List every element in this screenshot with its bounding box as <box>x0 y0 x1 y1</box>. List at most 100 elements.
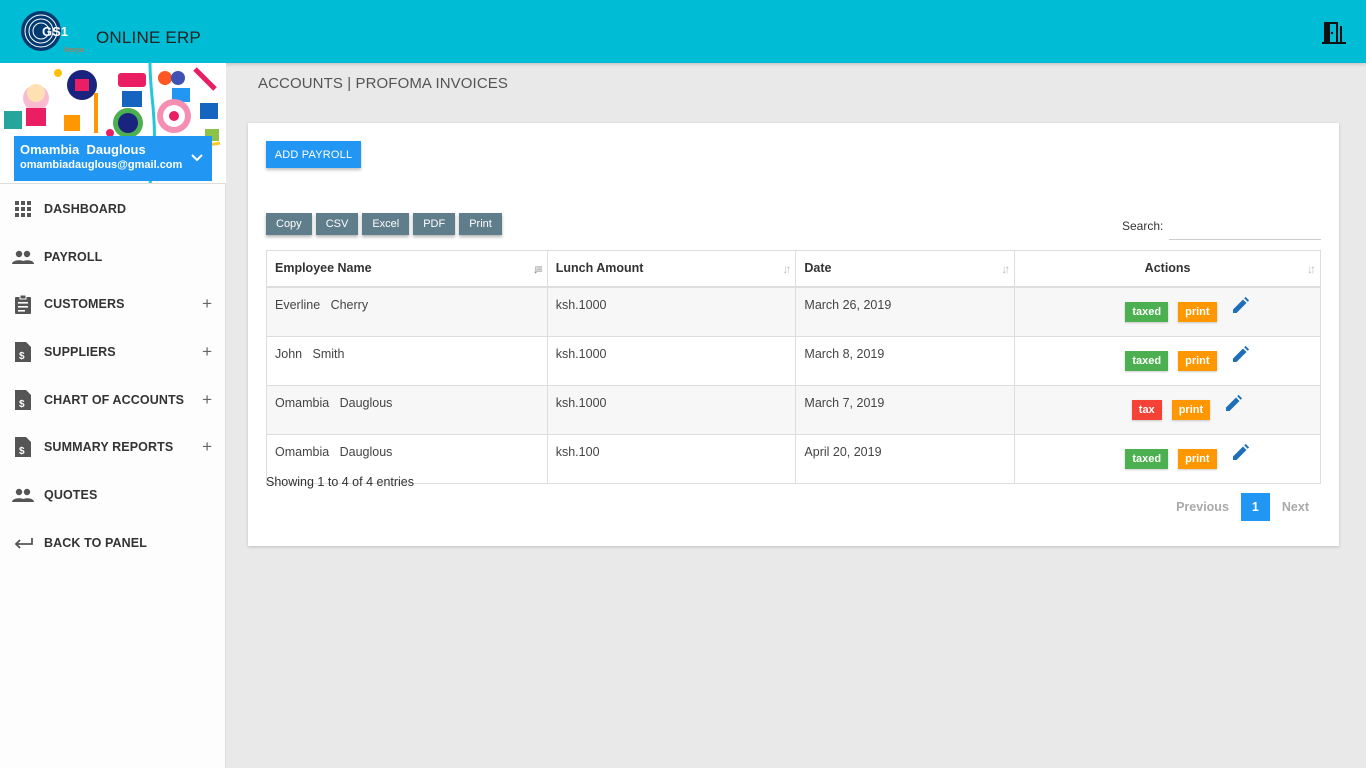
table-header-row: Employee Name ↓≡ Lunch Amount ↓↑ Date ↓↑… <box>266 250 1321 288</box>
page-title: ACCOUNTS | PROFOMA INVOICES <box>258 75 508 92</box>
employee-name-cell: John Smith <box>266 335 548 386</box>
svg-text:$: $ <box>19 446 25 457</box>
sidebar-item-customers[interactable]: CUSTOMERS + <box>0 280 226 328</box>
sidebar-item-label: CUSTOMERS <box>44 297 125 312</box>
sidebar-item-label: SUMMARY REPORTS <box>44 440 174 455</box>
actions-cell: taxed print <box>1014 433 1321 484</box>
clipboard-icon <box>12 293 34 315</box>
chevron-down-icon[interactable] <box>190 151 204 165</box>
page-number-button[interactable]: 1 <box>1240 493 1270 521</box>
print-badge[interactable]: print <box>1171 399 1211 420</box>
pencil-icon[interactable] <box>1223 394 1243 414</box>
next-page-button[interactable]: Next <box>1270 500 1321 514</box>
user-email: omambiadauglous@gmail.com <box>20 159 183 171</box>
people-icon <box>12 484 34 506</box>
sidebar-item-label: PAYROLL <box>44 249 103 264</box>
copy-button[interactable]: Copy <box>266 213 312 235</box>
gs1-logo[interactable]: GS1 Kenya <box>20 9 92 55</box>
grid-icon <box>12 198 34 220</box>
column-header-employee-name[interactable]: Employee Name ↓≡ <box>266 250 548 288</box>
print-button[interactable]: Print <box>459 213 502 235</box>
column-header-date[interactable]: Date ↓↑ <box>795 250 1016 288</box>
user-name: Omambia Dauglous <box>20 142 146 157</box>
expand-icon[interactable]: + <box>202 390 212 410</box>
sidebar-item-back-to-panel[interactable]: BACK TO PANEL <box>0 519 226 567</box>
pencil-icon[interactable] <box>1230 443 1250 463</box>
table-row: Omambia Dauglous ksh.100 April 20, 2019 … <box>266 433 1321 484</box>
column-header-label: Employee Name <box>275 261 372 276</box>
invoice-icon: $ <box>12 436 34 458</box>
status-badge[interactable]: taxed <box>1125 350 1169 371</box>
csv-button[interactable]: CSV <box>315 213 359 235</box>
table-row: Everline Cherry ksh.1000 March 26, 2019 … <box>266 286 1321 336</box>
table-row: Omambia Dauglous ksh.1000 March 7, 2019 … <box>266 385 1321 434</box>
sidebar-item-summary-reports[interactable]: $ SUMMARY REPORTS + <box>0 423 226 471</box>
sidebar-item-dashboard[interactable]: DASHBOARD <box>0 185 226 233</box>
add-payroll-button[interactable]: ADD PAYROLL <box>266 141 361 168</box>
sidebar-nav: DASHBOARD PAYROLL CUSTOMERS + $ SUPPLIER… <box>0 185 226 567</box>
sidebar-item-label: CHART OF ACCOUNTS <box>44 392 185 407</box>
sidebar-item-suppliers[interactable]: $ SUPPLIERS + <box>0 328 226 376</box>
expand-icon[interactable]: + <box>202 437 212 457</box>
status-badge[interactable]: taxed <box>1125 448 1169 469</box>
sort-icon[interactable]: ↓↑ <box>782 262 791 276</box>
column-header-actions[interactable]: Actions ↓↑ <box>1014 250 1321 288</box>
sidebar-item-label: QUOTES <box>44 487 98 502</box>
sidebar-item-quotes[interactable]: QUOTES <box>0 471 226 519</box>
logout-icon[interactable] <box>1320 20 1348 46</box>
content-card: ADD PAYROLL Copy CSV Excel PDF Print Sea… <box>248 123 1339 546</box>
export-buttons: Copy CSV Excel PDF Print <box>266 213 502 235</box>
sort-icon[interactable]: ↓↑ <box>1307 262 1316 276</box>
back-arrow-icon <box>12 532 34 554</box>
expand-icon[interactable]: + <box>202 342 212 362</box>
print-badge[interactable]: print <box>1178 301 1217 322</box>
employee-name-cell: Omambia Dauglous <box>266 385 548 434</box>
excel-button[interactable]: Excel <box>362 213 410 235</box>
lunch-amount-cell: ksh.100 <box>546 433 797 484</box>
date-cell: April 20, 2019 <box>795 433 1016 484</box>
table-info: Showing 1 to 4 of 4 entries <box>266 475 415 489</box>
pencil-icon[interactable] <box>1230 345 1250 365</box>
actions-cell: taxed print <box>1014 335 1321 386</box>
sort-icon[interactable]: ↓↑ <box>1001 262 1010 276</box>
sidebar-item-chart-of-accounts[interactable]: $ CHART OF ACCOUNTS + <box>0 376 226 424</box>
status-badge[interactable]: taxed <box>1125 301 1169 322</box>
previous-page-button[interactable]: Previous <box>1164 500 1241 514</box>
actions-cell: taxed print <box>1014 286 1321 336</box>
search-input[interactable] <box>1169 216 1321 240</box>
date-cell: March 8, 2019 <box>795 335 1016 386</box>
invoices-table: Employee Name ↓≡ Lunch Amount ↓↑ Date ↓↑… <box>266 250 1321 484</box>
svg-text:$: $ <box>19 351 25 362</box>
sidebar-item-label: DASHBOARD <box>44 201 127 216</box>
table-row: John Smith ksh.1000 March 8, 2019 taxed p… <box>266 335 1321 386</box>
status-badge[interactable]: tax <box>1131 399 1162 420</box>
invoice-icon: $ <box>12 389 34 411</box>
svg-text:$: $ <box>19 399 25 410</box>
actions-cell: tax print <box>1014 385 1321 434</box>
column-header-lunch-amount[interactable]: Lunch Amount ↓↑ <box>546 250 797 288</box>
user-card[interactable]: Omambia Dauglous omambiadauglous@gmail.c… <box>14 136 212 181</box>
search-label: Search: <box>1122 219 1164 233</box>
date-cell: March 26, 2019 <box>795 286 1016 336</box>
sidebar-item-payroll[interactable]: PAYROLL <box>0 233 226 281</box>
pdf-button[interactable]: PDF <box>413 213 456 235</box>
print-badge[interactable]: print <box>1178 350 1217 371</box>
date-cell: March 7, 2019 <box>795 385 1016 434</box>
invoice-icon: $ <box>12 341 34 363</box>
sidebar-banner: Omambia Dauglous omambiadauglous@gmail.c… <box>0 63 226 184</box>
app-title: ONLINE ERP <box>96 28 201 47</box>
people-icon <box>12 246 34 268</box>
pencil-icon[interactable] <box>1230 296 1250 316</box>
sort-asc-icon[interactable]: ↓≡ <box>533 262 543 276</box>
logo-sub: Kenya <box>64 47 84 54</box>
print-badge[interactable]: print <box>1178 448 1217 469</box>
pagination: Previous 1 Next <box>1164 493 1321 521</box>
expand-icon[interactable]: + <box>202 294 212 314</box>
column-header-label: Actions <box>1144 261 1191 276</box>
logo-text: GS1 <box>42 24 68 39</box>
top-bar: GS1 Kenya ONLINE ERP <box>0 0 1366 63</box>
lunch-amount-cell: ksh.1000 <box>546 286 797 336</box>
sidebar: Omambia Dauglous omambiadauglous@gmail.c… <box>0 63 226 768</box>
employee-name-cell: Everline Cherry <box>266 286 548 336</box>
column-header-label: Date <box>804 261 832 276</box>
